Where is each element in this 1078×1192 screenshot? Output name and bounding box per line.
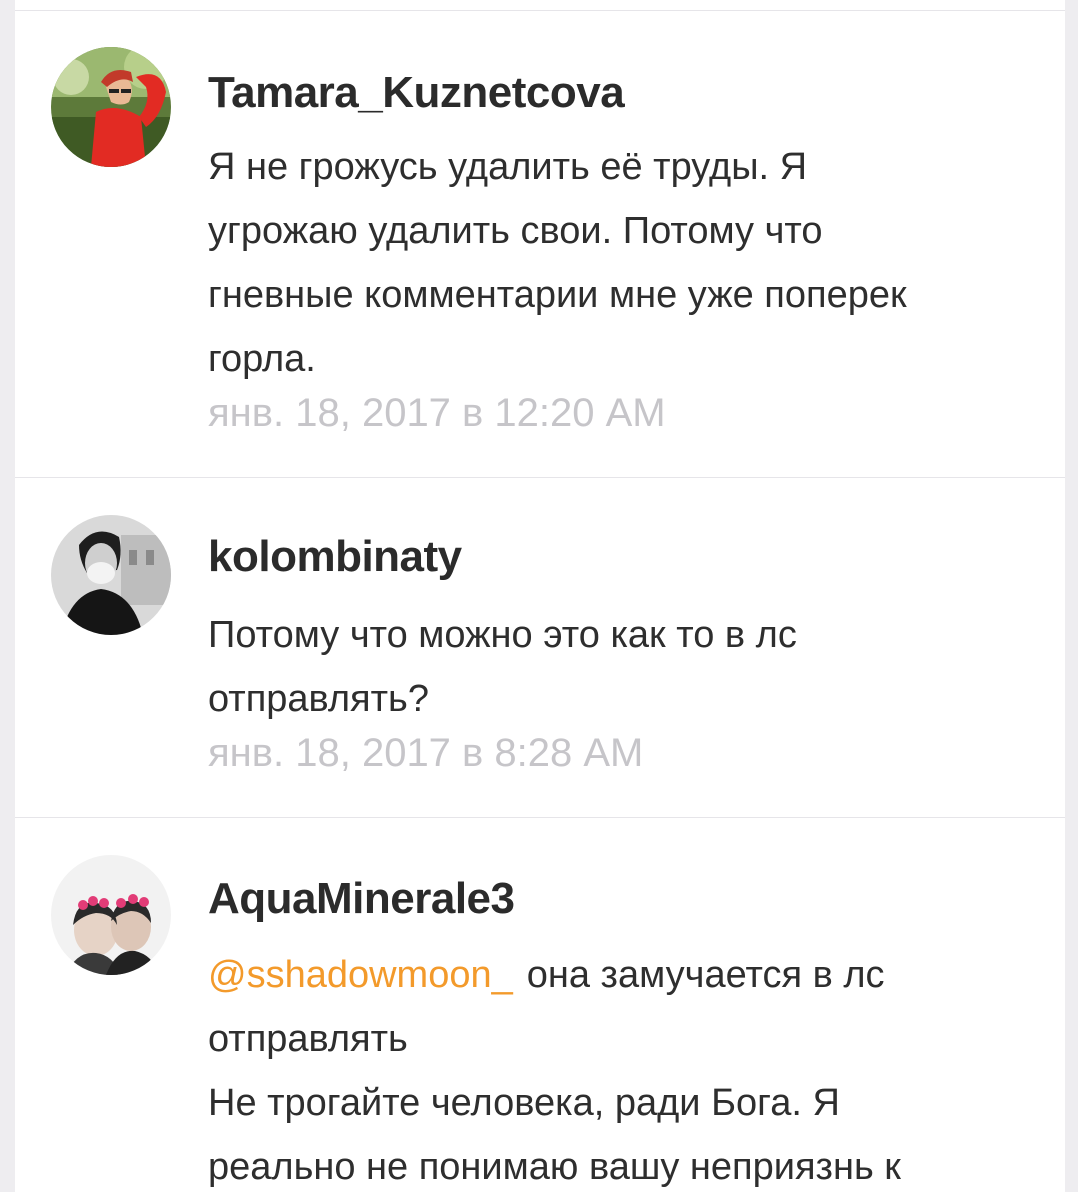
username[interactable]: AquaMinerale3 — [208, 874, 515, 924]
comment-line: Я не грожусь удалить её труды. Я — [208, 146, 808, 188]
comment-line: Не трогайте человека, ради Бога. Я — [208, 1082, 840, 1124]
comment-line: реально не понимаю вашу неприязнь к — [208, 1146, 901, 1188]
comment-line-text: она замучается в лс — [526, 954, 885, 996]
comments-list: Tamara_Kuznetcova Я не грожусь удалить е… — [15, 0, 1065, 1192]
comment-item: kolombinaty Потому что можно это как то … — [15, 479, 1065, 818]
username[interactable]: kolombinaty — [208, 532, 462, 582]
comment-text: Я не грожусь удалить её труды. Я угрожаю… — [208, 135, 1038, 391]
comment-line: угрожаю удалить свои. Потому что — [208, 210, 823, 252]
comment-timestamp: янв. 18, 2017 в 12:20 AM — [208, 391, 666, 435]
avatar-photo-man-icon — [51, 515, 171, 635]
user-avatar[interactable] — [51, 515, 171, 635]
comment-item: Tamara_Kuznetcova Я не грожусь удалить е… — [15, 11, 1065, 478]
comment-line: @sshadowmoon_ она замучается в лс — [208, 943, 1038, 1007]
mention-link[interactable]: @sshadowmoon_ — [208, 954, 513, 996]
comment-timestamp: янв. 18, 2017 в 8:28 AM — [208, 731, 644, 775]
avatar-photo-woman-icon — [51, 47, 171, 167]
top-divider — [15, 0, 1065, 11]
user-avatar[interactable] — [51, 855, 171, 975]
comment-line: гневные комментарии мне уже поперек — [208, 274, 907, 316]
user-avatar[interactable] — [51, 47, 171, 167]
avatar-photo-two-people-icon — [51, 855, 171, 975]
comment-text: Потому что можно это как то в лс отправл… — [208, 603, 1038, 731]
comment-line: отправлять? — [208, 678, 429, 720]
comment-text: @sshadowmoon_ она замучается в лс отправл… — [208, 943, 1038, 1192]
comment-line: отправлять — [208, 1018, 408, 1060]
username[interactable]: Tamara_Kuznetcova — [208, 68, 625, 118]
comment-line: горла. — [208, 338, 316, 380]
comment-item: AquaMinerale3 @sshadowmoon_ она замучаетс… — [15, 819, 1065, 1192]
comment-line: Потому что можно это как то в лс — [208, 614, 797, 656]
